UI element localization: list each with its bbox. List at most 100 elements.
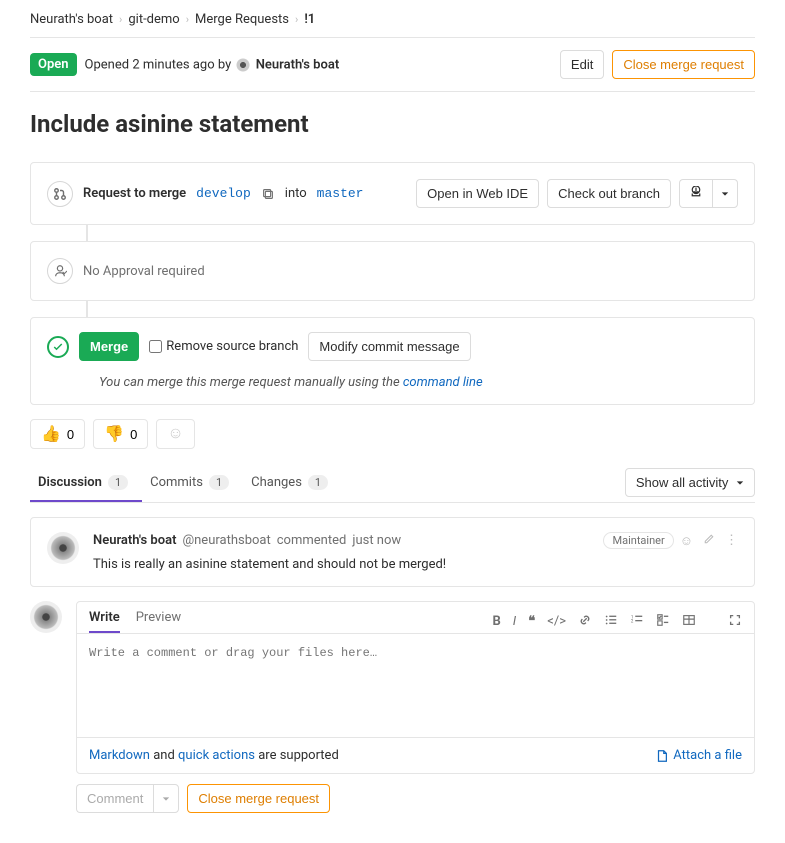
more-icon[interactable]: ⋮ [725, 533, 738, 549]
breadcrumb: Neurath's boat › git-demo › Merge Reques… [30, 8, 755, 37]
tab-changes-count: 1 [308, 475, 328, 490]
quote-icon[interactable]: ❝ [528, 614, 535, 629]
note-author[interactable]: Neurath's boat [93, 533, 176, 548]
close-mr-button-bottom[interactable]: Close merge request [187, 784, 330, 813]
activity-filter-label: Show all activity [636, 475, 728, 490]
command-line-link[interactable]: command line [403, 375, 483, 390]
quick-actions-link[interactable]: quick actions [178, 748, 255, 763]
download-button[interactable] [679, 179, 712, 208]
note-time: just now [352, 533, 401, 548]
tabs: Discussion 1 Commits 1 Changes 1 Show al… [30, 463, 755, 503]
note-verb: commented [277, 533, 347, 548]
by-label: by [218, 57, 231, 72]
manual-prefix: You can merge this merge request manuall… [99, 375, 400, 390]
markdown-help: Markdown and quick actions are supported [89, 748, 339, 763]
thumbs-down-icon: 👎 [104, 424, 124, 444]
avatar [235, 57, 251, 73]
merge-panel: Merge Remove source branch Modify commit… [30, 317, 755, 405]
add-reaction-button[interactable]: ☺ [156, 419, 194, 449]
note-body: This is really an asinine statement and … [93, 549, 738, 572]
smiley-icon: ☺ [167, 425, 183, 443]
thumbs-down-count: 0 [130, 427, 137, 442]
opened-meta: Opened 2 minutes ago by Neurath's boat [85, 57, 552, 73]
opened-label: Opened [85, 57, 130, 72]
chevron-right-icon: › [295, 13, 298, 26]
reactions-bar: 👍 0 👎 0 ☺ [30, 405, 755, 463]
link-icon[interactable] [578, 613, 592, 631]
breadcrumb-repo[interactable]: git-demo [128, 12, 179, 27]
edit-icon[interactable] [703, 533, 715, 549]
into-label: into [285, 186, 307, 201]
remove-branch-option[interactable]: Remove source branch [149, 339, 298, 354]
tab-discussion[interactable]: Discussion 1 [30, 463, 142, 502]
remove-branch-checkbox[interactable] [149, 340, 162, 353]
avatar [30, 601, 62, 633]
attach-file[interactable]: Attach a file [655, 748, 742, 763]
avatar [47, 532, 79, 564]
request-label: Request to merge [83, 186, 186, 201]
source-branch[interactable]: develop [196, 186, 251, 201]
status-badge: Open [30, 53, 77, 76]
chevron-right-icon: › [119, 13, 122, 26]
discussion-note: Neurath's boat @neurathsboat commented j… [30, 517, 755, 587]
close-mr-button[interactable]: Close merge request [612, 50, 755, 79]
task-list-icon[interactable] [656, 613, 670, 631]
fullscreen-icon[interactable] [728, 613, 742, 631]
italic-icon[interactable]: I [513, 614, 516, 629]
editor-toolbar: B I ❝ </> 12 [492, 613, 742, 631]
bulleted-list-icon[interactable] [604, 613, 618, 631]
remove-branch-label: Remove source branch [166, 339, 298, 354]
opened-ago: 2 minutes ago [132, 57, 214, 72]
and-label: and [153, 748, 175, 763]
code-icon[interactable]: </> [547, 614, 566, 629]
modify-commit-button[interactable]: Modify commit message [308, 332, 470, 361]
author-name[interactable]: Neurath's boat [256, 57, 339, 72]
comment-actions: Comment Close merge request [76, 784, 755, 813]
approval-icon [47, 258, 73, 284]
activity-filter-button[interactable]: Show all activity [625, 468, 755, 497]
supported-label: are supported [258, 748, 339, 763]
tab-changes-label: Changes [251, 475, 302, 490]
approval-panel: No Approval required [30, 241, 755, 301]
tab-changes[interactable]: Changes 1 [243, 463, 342, 502]
thumbs-up-button[interactable]: 👍 0 [30, 419, 85, 449]
svg-text:2: 2 [631, 619, 634, 624]
note-role-badge: Maintainer [603, 532, 673, 549]
comment-textarea[interactable] [77, 633, 754, 733]
page-title: Include asinine statement [30, 92, 755, 162]
approval-text: No Approval required [83, 264, 205, 279]
merge-request-panel: Request to merge develop into master Ope… [30, 162, 755, 225]
breadcrumb-section[interactable]: Merge Requests [195, 12, 289, 27]
numbered-list-icon[interactable]: 12 [630, 613, 644, 631]
copy-icon[interactable] [261, 187, 275, 201]
preview-tab[interactable]: Preview [136, 610, 181, 633]
thumbs-down-button[interactable]: 👎 0 [93, 419, 148, 449]
breadcrumb-id[interactable]: !1 [304, 12, 315, 27]
tab-commits[interactable]: Commits 1 [142, 463, 243, 502]
checkout-button[interactable]: Check out branch [547, 179, 671, 208]
tab-discussion-label: Discussion [38, 475, 102, 490]
web-ide-button[interactable]: Open in Web IDE [416, 179, 539, 208]
file-icon [655, 749, 669, 763]
thumbs-up-icon: 👍 [41, 424, 61, 444]
tab-commits-count: 1 [209, 475, 229, 490]
download-dropdown[interactable] [712, 179, 738, 208]
react-icon[interactable]: ☺ [680, 533, 693, 549]
bold-icon[interactable]: B [492, 614, 500, 629]
comment-dropdown[interactable] [153, 784, 179, 813]
mr-header: Open Opened 2 minutes ago by Neurath's b… [30, 37, 755, 92]
write-tab[interactable]: Write [89, 610, 120, 633]
thumbs-up-count: 0 [67, 427, 74, 442]
target-branch[interactable]: master [317, 186, 364, 201]
breadcrumb-owner[interactable]: Neurath's boat [30, 12, 113, 27]
merge-button[interactable]: Merge [79, 332, 139, 361]
markdown-link[interactable]: Markdown [89, 748, 150, 763]
table-icon[interactable] [682, 613, 696, 631]
note-handle[interactable]: @neurathsboat [182, 533, 270, 548]
pipeline-connector [86, 301, 88, 317]
activity-filter: Show all activity [625, 468, 755, 497]
edit-button[interactable]: Edit [560, 50, 604, 79]
merge-manual-note: You can merge this merge request manuall… [31, 375, 754, 404]
request-row: Request to merge develop into master Ope… [31, 163, 754, 224]
comment-button[interactable]: Comment [76, 784, 153, 813]
